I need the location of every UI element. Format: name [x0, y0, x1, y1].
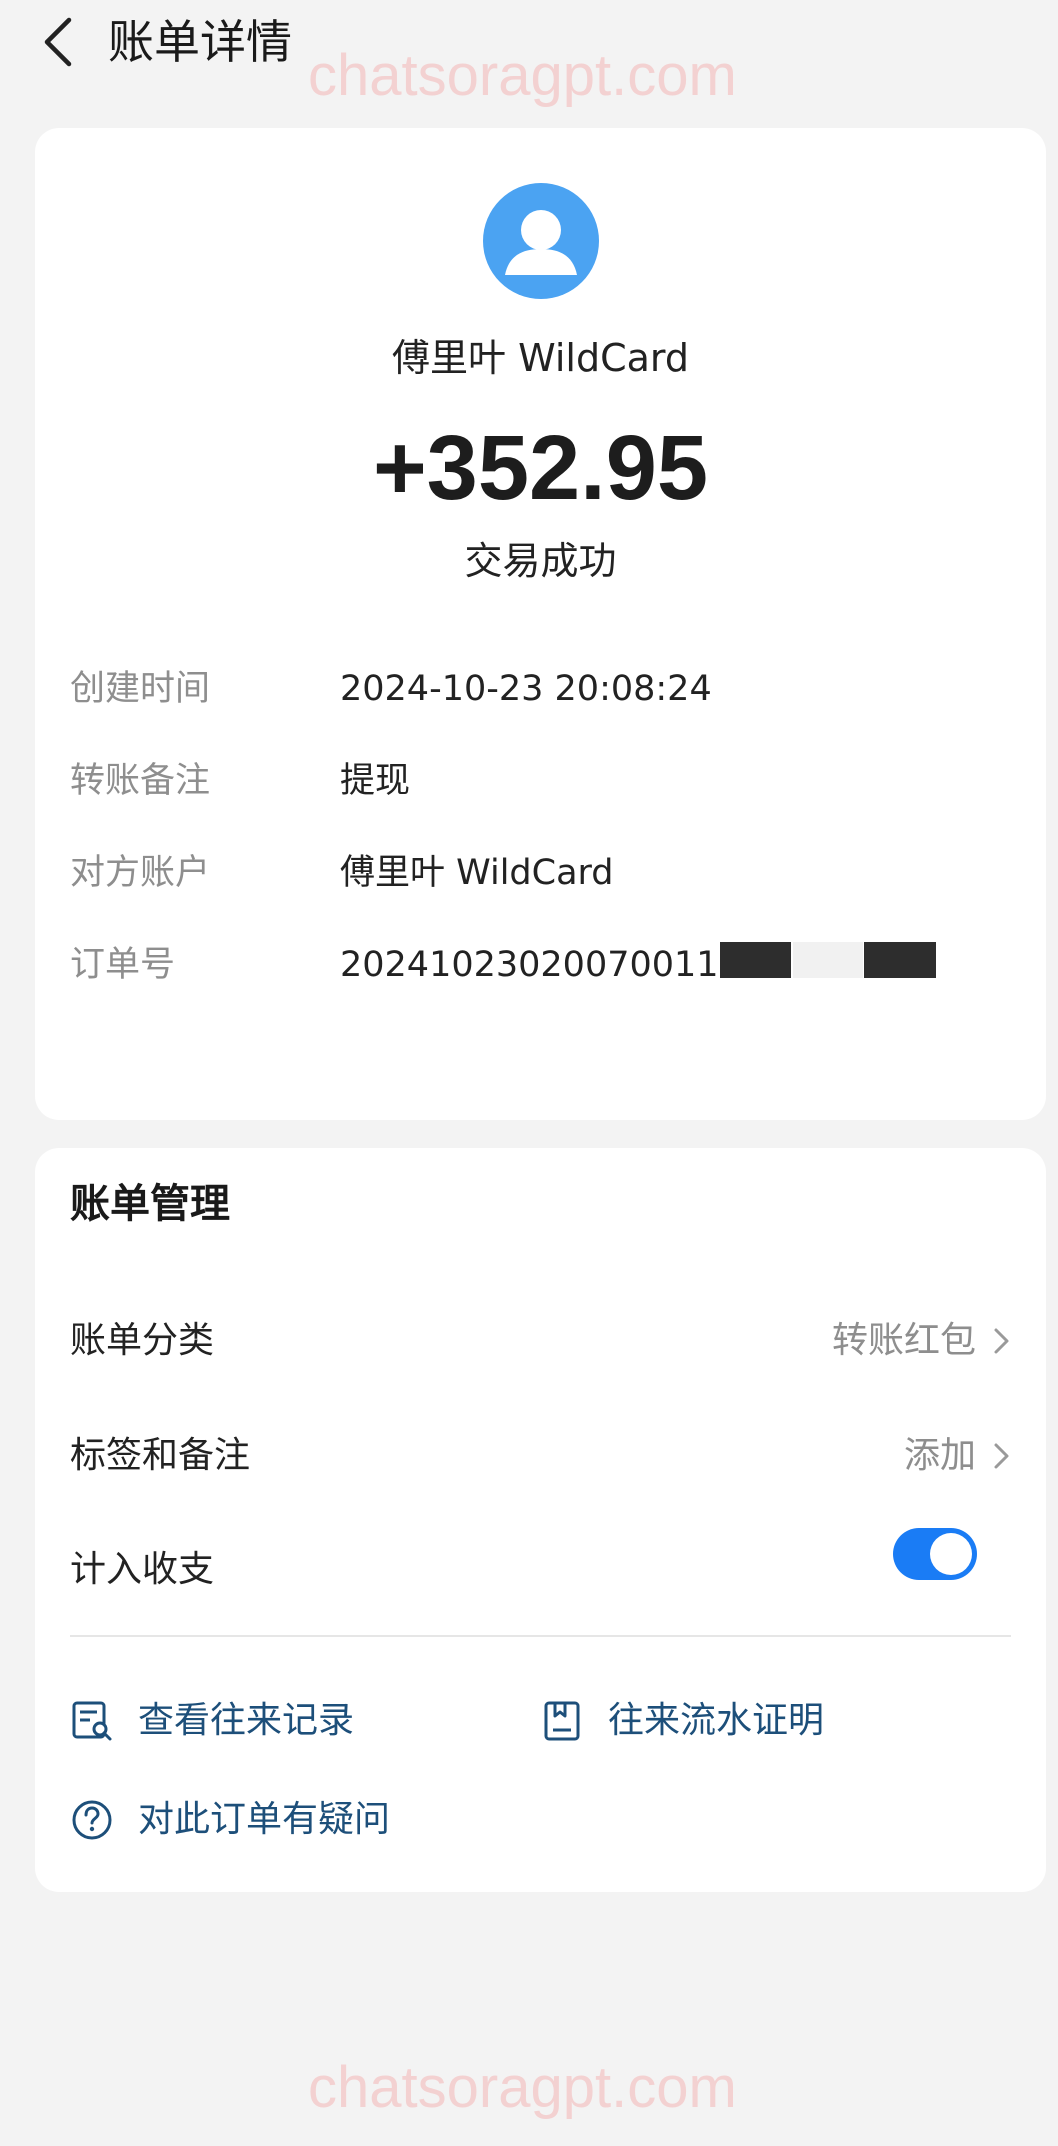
row-bill-category[interactable]: 账单分类 转账红包: [35, 1296, 1046, 1386]
link-label: 查看往来记录: [138, 1700, 355, 1741]
row-include-in-stats: 计入收支: [35, 1525, 1046, 1615]
row-value: 添加: [903, 1435, 976, 1476]
watermark: chatsoragpt.com: [308, 2055, 737, 2120]
detail-label-transfer-note: 转账备注: [70, 761, 211, 801]
flow-proof-link[interactable]: 往来流水证明: [540, 1693, 824, 1749]
divider: [70, 1635, 1011, 1637]
detail-value-transfer-note: 提现: [340, 761, 411, 801]
link-label: 对此订单有疑问: [138, 1799, 391, 1840]
redaction-block: [720, 942, 791, 978]
chevron-left-icon[interactable]: [30, 14, 86, 70]
redaction-block: [793, 942, 863, 978]
row-label: 标签和备注: [70, 1435, 251, 1476]
user-avatar-icon: [483, 183, 599, 299]
question-circle-icon: [70, 1798, 114, 1842]
transaction-card: 傅里叶 WildCard +352.95 交易成功 创建时间 2024-10-2…: [35, 128, 1046, 1120]
document-icon: [540, 1699, 584, 1743]
section-title: 账单管理: [70, 1181, 230, 1227]
detail-label-order-number: 订单号: [70, 945, 176, 985]
row-tags-notes[interactable]: 标签和备注 添加: [35, 1411, 1046, 1501]
include-in-stats-toggle[interactable]: [893, 1528, 977, 1580]
detail-value-created-time: 2024-10-23 20:08:24: [340, 669, 712, 709]
row-label: 账单分类: [70, 1320, 215, 1361]
detail-label-created-time: 创建时间: [70, 669, 211, 709]
detail-label-counterparty: 对方账户: [70, 853, 211, 893]
record-search-icon: [70, 1699, 114, 1743]
bill-management-card: 账单管理 账单分类 转账红包 标签和备注 添加 计入收支 查看往来记录 往来流水…: [35, 1148, 1046, 1892]
view-history-link[interactable]: 查看往来记录: [70, 1693, 354, 1749]
order-question-link[interactable]: 对此订单有疑问: [70, 1792, 390, 1848]
chevron-right-icon: [994, 1443, 1009, 1469]
transaction-status: 交易成功: [464, 539, 617, 583]
payee-name: 傅里叶 WildCard: [392, 336, 689, 380]
top-bar: 账单详情: [0, 0, 1058, 90]
page-title: 账单详情: [108, 15, 292, 69]
detail-value-counterparty: 傅里叶 WildCard: [340, 853, 614, 893]
row-label: 计入收支: [70, 1549, 215, 1590]
redaction-block: [864, 942, 936, 978]
link-label: 往来流水证明: [608, 1700, 825, 1741]
transaction-amount: +352.95: [372, 417, 709, 519]
toggle-knob: [930, 1533, 972, 1575]
row-value: 转账红包: [831, 1320, 976, 1361]
chevron-right-icon: [994, 1328, 1009, 1354]
